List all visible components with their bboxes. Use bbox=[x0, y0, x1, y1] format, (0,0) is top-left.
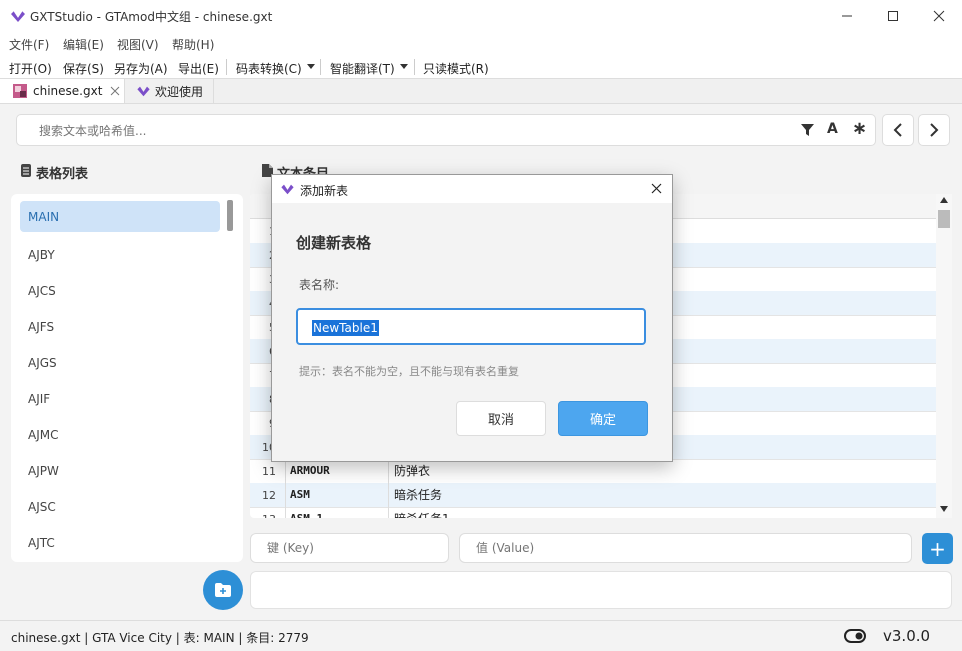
ok-button[interactable]: 确定 bbox=[558, 401, 648, 436]
table-name-label: 表名称: bbox=[299, 278, 340, 292]
dialog-hint: 提示：表名不能为空，且不能与现有表名重复 bbox=[299, 365, 519, 378]
app-logo-icon bbox=[281, 184, 294, 195]
close-icon[interactable] bbox=[651, 183, 662, 194]
dialog-title-bar: 添加新表 bbox=[272, 175, 672, 203]
dialog-heading: 创建新表格 bbox=[296, 234, 372, 252]
table-name-value: NewTable1 bbox=[312, 320, 379, 336]
add-table-dialog: 添加新表 创建新表格 表名称: NewTable1 提示：表名不能为空，且不能与… bbox=[271, 174, 673, 462]
dialog-title: 添加新表 bbox=[300, 184, 349, 198]
table-name-input[interactable]: NewTable1 bbox=[296, 308, 646, 345]
cancel-button[interactable]: 取消 bbox=[456, 401, 546, 436]
